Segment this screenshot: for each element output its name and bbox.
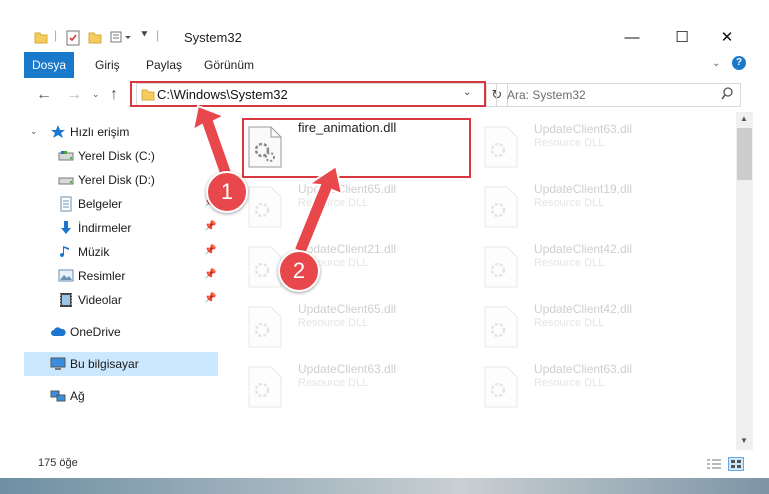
step-1-badge: 1 (206, 171, 248, 213)
step-2-badge: 2 (278, 250, 320, 292)
annotation-arrows (191, 104, 344, 256)
arrow-2 (292, 164, 344, 256)
